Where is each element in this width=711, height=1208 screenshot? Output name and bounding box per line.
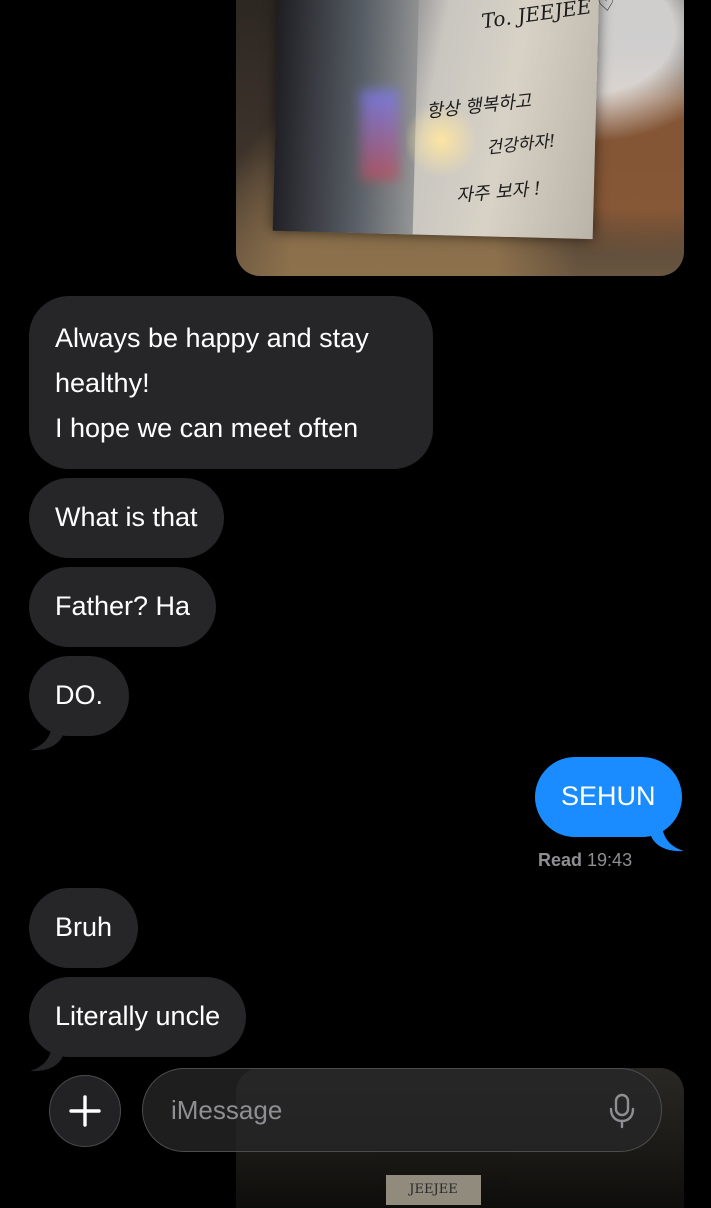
message-line: I hope we can meet often [55, 413, 359, 443]
message-line: Always be happy and stay [55, 323, 369, 353]
photo-attachment[interactable]: To. JEEJEE ♡ 항상 행복하고 건강하자! 자주 보자 ! [236, 0, 684, 276]
message-text: What is that [55, 502, 198, 532]
read-label: Read [538, 850, 583, 870]
message-input-placeholder: iMessage [171, 1095, 283, 1125]
add-attachment-button[interactable] [49, 1075, 121, 1147]
message-line: healthy! [55, 368, 150, 398]
message-text: Father? Ha [55, 591, 191, 621]
message-text: DO. [55, 680, 104, 710]
photo-label: JEEJEE [386, 1175, 481, 1205]
message-text: Bruh [55, 912, 113, 942]
bubble-tail [30, 722, 64, 751]
message-text: SEHUN [561, 781, 656, 811]
read-receipt: Read 19:43 [538, 850, 632, 871]
message-input[interactable]: iMessage [142, 1068, 662, 1152]
message-text: Literally uncle [55, 1001, 221, 1031]
photo-glare [361, 90, 399, 180]
plus-icon [69, 1095, 101, 1127]
read-time: 19:43 [587, 850, 633, 870]
incoming-message[interactable]: Bruh [29, 888, 139, 968]
bubble-tail [650, 823, 684, 852]
incoming-message[interactable]: Father? Ha [29, 567, 217, 647]
incoming-message[interactable]: Always be happy and stay healthy! I hope… [29, 296, 433, 469]
microphone-icon[interactable] [607, 1093, 637, 1129]
incoming-message[interactable]: What is that [29, 478, 224, 558]
